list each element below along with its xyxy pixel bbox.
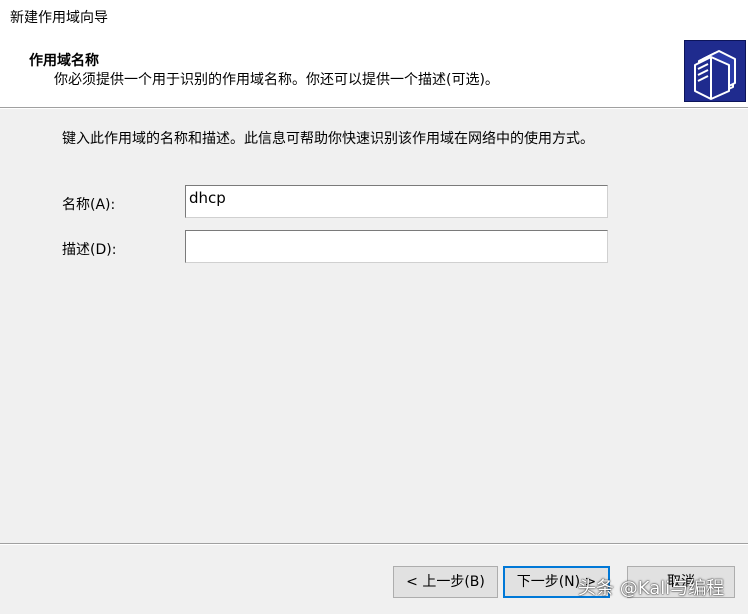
page-subtitle: 你必须提供一个用于识别的作用域名称。你还可以提供一个描述(可选)。 bbox=[54, 72, 499, 88]
header-divider-highlight bbox=[0, 108, 748, 109]
window-title: 新建作用域向导 bbox=[10, 10, 108, 26]
description-input[interactable] bbox=[185, 230, 608, 263]
wizard-folders-icon bbox=[684, 40, 746, 102]
instructions-text: 键入此作用域的名称和描述。此信息可帮助你快速识别该作用域在网络中的使用方式。 bbox=[62, 131, 594, 147]
footer-divider-highlight bbox=[0, 544, 748, 545]
name-label: 名称(A): bbox=[62, 197, 116, 213]
title-bar: 新建作用域向导 bbox=[0, 0, 748, 32]
name-input[interactable]: dhcp bbox=[185, 185, 608, 218]
wizard-header: 作用域名称 你必须提供一个用于识别的作用域名称。你还可以提供一个描述(可选)。 bbox=[0, 32, 748, 107]
watermark-text: 头条 @Kali与编程 bbox=[578, 578, 725, 599]
description-label: 描述(D): bbox=[62, 242, 117, 258]
back-button[interactable]: < 上一步(B) bbox=[393, 566, 498, 598]
scope-wizard-window: 新建作用域向导 作用域名称 你必须提供一个用于识别的作用域名称。你还可以提供一个… bbox=[0, 0, 748, 614]
page-title: 作用域名称 bbox=[29, 53, 99, 69]
